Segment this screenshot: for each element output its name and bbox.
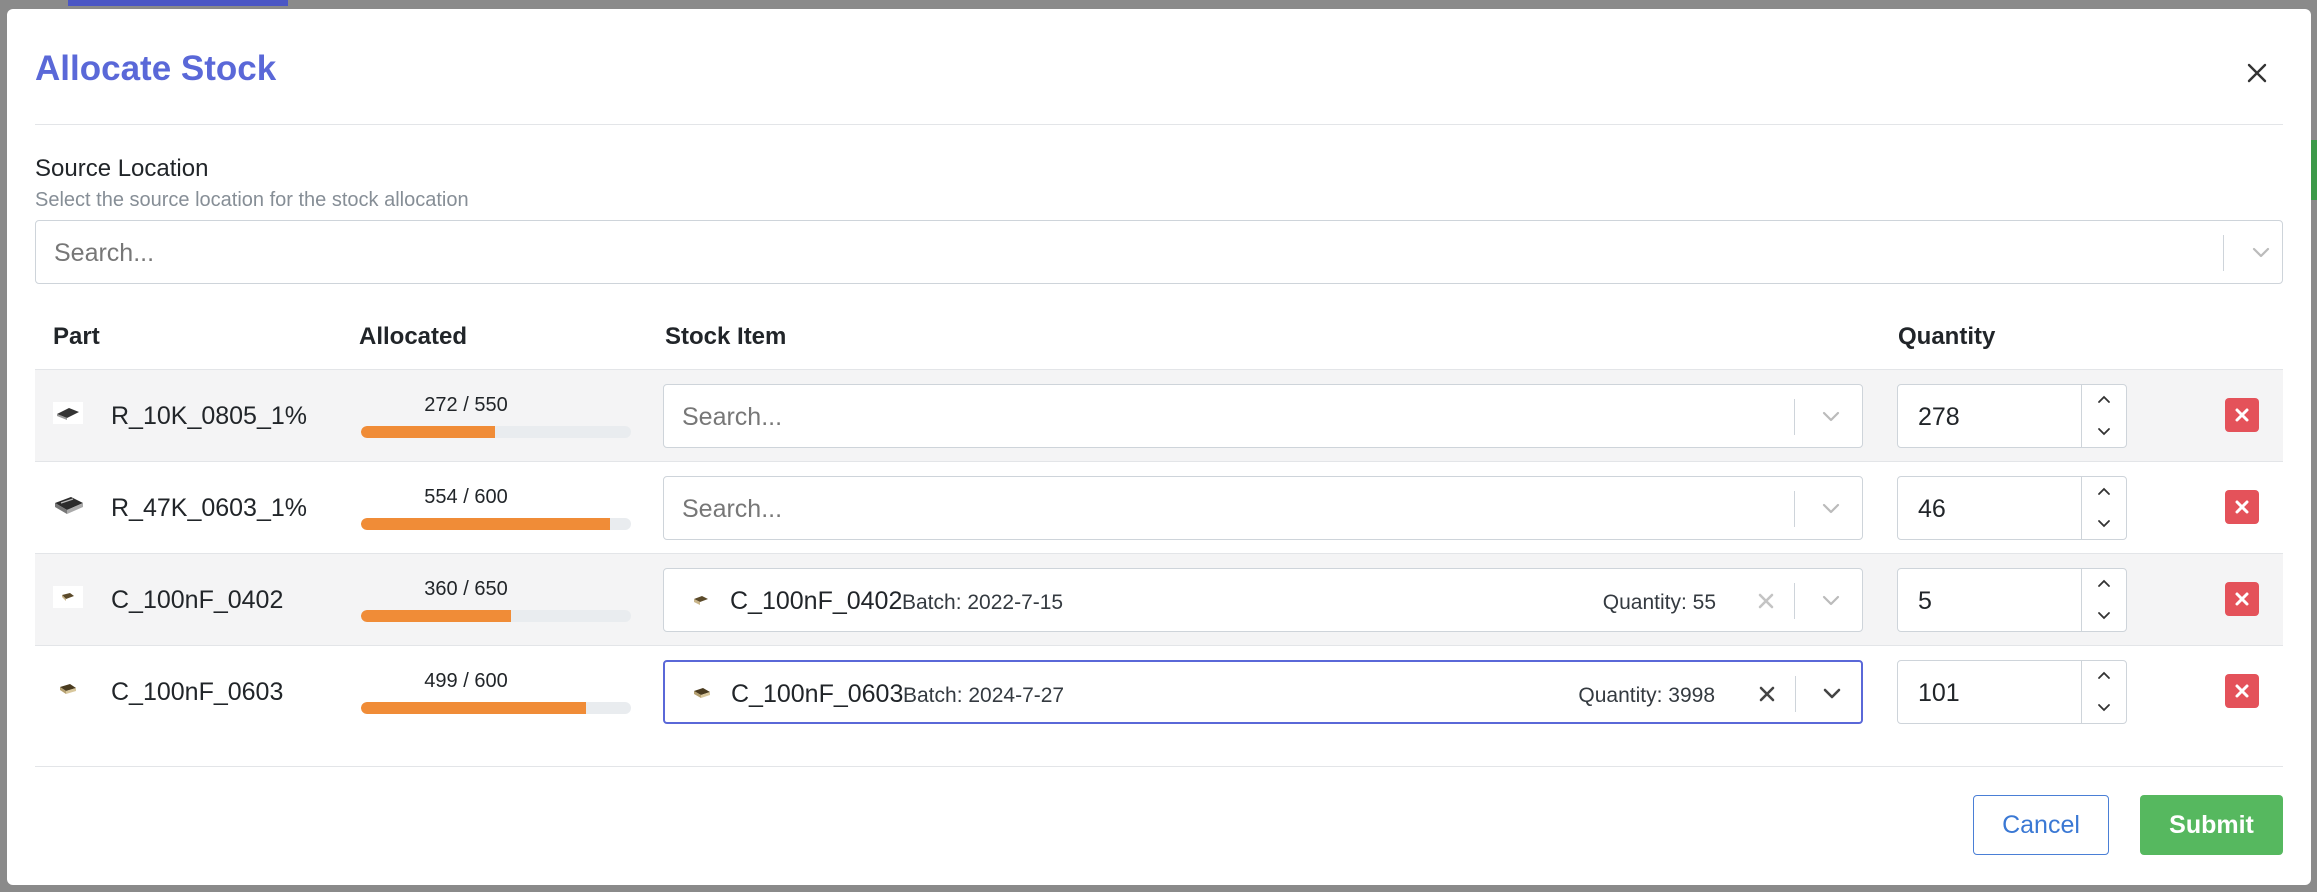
select-separator <box>1794 399 1795 435</box>
header-stock-item: Stock Item <box>665 323 787 350</box>
stock-item-thumbnail-icon <box>694 596 708 605</box>
chevron-down-icon[interactable] <box>2082 600 2126 631</box>
quantity-stepper[interactable] <box>2081 385 2126 447</box>
stock-item-batch: Batch: 2022-7-15 <box>902 591 1064 614</box>
stock-item-batch: Batch: 2024-7-27 <box>903 684 1065 707</box>
cancel-button[interactable]: Cancel <box>1973 795 2109 855</box>
select-separator <box>1795 676 1796 712</box>
close-icon <box>2247 63 2267 83</box>
stock-item-quantity: Quantity: 55 <box>1602 591 1716 614</box>
chevron-down-icon[interactable] <box>1816 586 1846 616</box>
chevron-down-icon[interactable] <box>1816 402 1846 432</box>
clear-x-icon[interactable] <box>1755 682 1779 706</box>
allocation-progress-fill <box>361 702 586 714</box>
stock-item-select[interactable]: Search... <box>663 384 1863 448</box>
delete-x-icon <box>2235 592 2249 606</box>
stock-item-quantity: Quantity: 3998 <box>1578 684 1715 707</box>
table-row: C_100nF_0402 360 / 650 C_100nF_0402 Batc… <box>35 553 2283 646</box>
allocation-progress-fill <box>361 610 511 622</box>
allocated-text: 360 / 650 <box>424 578 508 600</box>
allocated-text: 272 / 550 <box>424 394 508 416</box>
close-button[interactable] <box>2237 53 2277 93</box>
delete-x-icon <box>2235 684 2249 698</box>
quantity-stepper[interactable] <box>2081 569 2126 631</box>
source-location-placeholder: Search... <box>54 239 155 267</box>
allocation-progress <box>361 702 631 714</box>
quantity-stepper[interactable] <box>2081 661 2126 723</box>
table-row: R_10K_0805_1% 272 / 550 Search... 278 <box>35 369 2283 462</box>
part-thumbnail-icon <box>53 586 83 608</box>
select-separator <box>2223 235 2224 271</box>
quantity-input[interactable]: 46 <box>1897 476 2127 540</box>
header-part: Part <box>53 323 100 350</box>
chevron-down-icon[interactable] <box>2082 692 2126 723</box>
part-name[interactable]: C_100nF_0603 <box>111 678 283 707</box>
stock-item-placeholder: Search... <box>682 495 783 523</box>
allocation-progress <box>361 426 631 438</box>
stock-item-name: C_100nF_0402 <box>730 587 903 615</box>
part-name[interactable]: C_100nF_0402 <box>111 586 283 615</box>
chevron-up-icon[interactable] <box>2082 477 2126 508</box>
allocation-progress <box>361 518 631 530</box>
header-divider <box>35 124 2283 125</box>
table-row: C_100nF_0603 499 / 600 C_100nF_0603 Batc… <box>35 645 2283 738</box>
chevron-up-icon[interactable] <box>2082 385 2126 416</box>
quantity-input[interactable]: 278 <box>1897 384 2127 448</box>
header-allocated: Allocated <box>359 323 468 350</box>
stock-item-select[interactable]: Search... <box>663 476 1863 540</box>
quantity-input[interactable]: 5 <box>1897 568 2127 632</box>
modal-title: Allocate Stock <box>35 49 277 88</box>
chevron-down-icon[interactable] <box>1817 679 1847 709</box>
allocated-text: 554 / 600 <box>424 486 508 508</box>
allocated-text: 499 / 600 <box>424 670 508 692</box>
source-location-select[interactable]: Search... <box>35 220 2283 284</box>
stock-item-thumbnail-icon <box>694 688 710 698</box>
delete-row-button[interactable] <box>2225 582 2259 616</box>
chevron-up-icon[interactable] <box>2082 569 2126 600</box>
allocation-progress-fill <box>361 426 495 438</box>
backdrop-accent <box>68 0 288 6</box>
footer-divider <box>35 766 2283 767</box>
part-thumbnail-icon <box>60 684 76 694</box>
clear-x-icon[interactable] <box>1754 589 1778 613</box>
allocation-progress-fill <box>361 518 611 530</box>
quantity-stepper[interactable] <box>2081 477 2126 539</box>
quantity-value[interactable]: 5 <box>1918 587 1932 616</box>
source-location-label: Source Location <box>35 155 209 182</box>
header-quantity: Quantity <box>1898 323 1996 350</box>
select-separator <box>1794 583 1795 619</box>
quantity-value[interactable]: 46 <box>1918 495 1946 524</box>
allocation-progress <box>361 610 631 622</box>
source-location-description: Select the source location for the stock… <box>35 189 469 211</box>
delete-row-button[interactable] <box>2225 398 2259 432</box>
allocate-stock-modal: Allocate Stock Source Location Select th… <box>7 9 2311 885</box>
select-separator <box>1794 491 1795 527</box>
stock-item-name: C_100nF_0603 <box>731 680 904 708</box>
chevron-down-icon[interactable] <box>2082 508 2126 539</box>
part-name[interactable]: R_10K_0805_1% <box>111 402 307 431</box>
part-thumbnail-icon <box>53 402 83 424</box>
submit-button[interactable]: Submit <box>2140 795 2283 855</box>
quantity-input[interactable]: 101 <box>1897 660 2127 724</box>
stock-item-placeholder: Search... <box>682 403 783 431</box>
chevron-down-icon[interactable] <box>2246 238 2276 268</box>
quantity-value[interactable]: 278 <box>1918 403 1960 432</box>
chevron-down-icon[interactable] <box>1816 494 1846 524</box>
quantity-value[interactable]: 101 <box>1918 679 1960 708</box>
stock-item-select[interactable]: C_100nF_0402 Batch: 2022-7-15 Quantity: … <box>663 568 1863 632</box>
part-name[interactable]: R_47K_0603_1% <box>111 494 307 523</box>
delete-x-icon <box>2235 500 2249 514</box>
stock-item-select[interactable]: C_100nF_0603 Batch: 2024-7-27 Quantity: … <box>663 660 1863 724</box>
chevron-up-icon[interactable] <box>2082 661 2126 692</box>
part-thumbnail-icon <box>55 497 83 514</box>
table-row: R_47K_0603_1% 554 / 600 Search... 46 <box>35 461 2283 554</box>
chevron-down-icon[interactable] <box>2082 416 2126 447</box>
delete-row-button[interactable] <box>2225 674 2259 708</box>
delete-x-icon <box>2235 408 2249 422</box>
delete-row-button[interactable] <box>2225 490 2259 524</box>
